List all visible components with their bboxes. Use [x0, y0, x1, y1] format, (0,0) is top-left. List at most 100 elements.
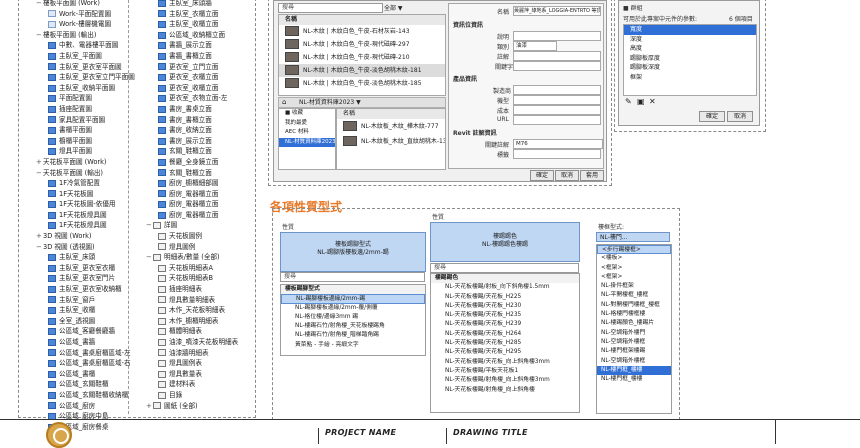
tree-item[interactable]: +3D 視圖 (Work)	[26, 231, 135, 242]
tree-item[interactable]: 書櫃平面圖	[26, 125, 135, 136]
tree-item[interactable]: 主臥室_平面圖	[26, 51, 135, 62]
type-item[interactable]: NL-掛件框架	[597, 282, 671, 291]
tree-item[interactable]: 餐廳_全身鏡立面	[136, 157, 238, 168]
tree-item[interactable]: 書房_收納立面	[136, 125, 238, 136]
type-item[interactable]: NL-天花板樓踢/天花板_H230	[431, 302, 579, 311]
info-section[interactable]: 資訊位資訊	[453, 20, 483, 29]
tree-item[interactable]: 主臥室_床頭	[26, 252, 135, 263]
material-row[interactable]: NL-木紋 | 木紋白色_牛皮-石材灰岩-143	[279, 25, 445, 38]
parameter-item[interactable]: 踢腳板深度	[624, 63, 756, 73]
tree-item[interactable]: 玄關_鞋櫃立面	[136, 146, 238, 157]
tree-item[interactable]: 全室_透視圖	[26, 316, 135, 327]
tree-item[interactable]: − 天花板平面圖 (輸出)	[26, 168, 135, 179]
type-item[interactable]: NL-天花板樓踢/天花板_H285	[431, 339, 579, 348]
cost-input[interactable]	[513, 105, 601, 115]
panel3-type-selector[interactable]: NL-樓門...	[596, 232, 670, 242]
type-group-header[interactable]: 樓板踢腳型式	[281, 285, 425, 295]
maker-input[interactable]	[513, 85, 601, 95]
parameter-item[interactable]: 深度	[624, 35, 756, 45]
type-item[interactable]: NL-天花板樓踢/射板_向下斜角樓1.5mm	[431, 283, 579, 292]
tree-item[interactable]: −3D 視圖 (透視圖)	[26, 242, 135, 253]
tree-item[interactable]: 主臥室_窗戶	[26, 295, 135, 306]
type-item[interactable]: NL-天花板樓踢/天花板_向上斜角樓3mm	[431, 358, 579, 367]
tree-item[interactable]: 木作_櫥櫃明細表	[136, 316, 238, 327]
tree-item[interactable]: 更衣室_衣櫃立面	[136, 72, 238, 83]
panel1-type-selector[interactable]: 樓板踢腳型式 NL-踢腳版樓板邊/2mm-踢	[280, 232, 426, 272]
tree-item[interactable]: 廚房_電器櫃立面	[136, 199, 238, 210]
tree-item[interactable]: 公區域_書牆	[26, 337, 135, 348]
panel2-type-selector[interactable]: 樓踢踢色 NL-樓踢踢色樓踢	[430, 222, 580, 262]
name-input[interactable]: 黃麗萍_綠地系_LOGGIA-ENTRTO 等頂色	[513, 6, 601, 16]
tree-item[interactable]: − 樓板平面圖 (輸出)	[26, 30, 135, 41]
tree-item[interactable]: 更衣室_收櫃立面	[136, 83, 238, 94]
type-item[interactable]: NL-樓踢石竹/射角樓_階梯踏角踢	[281, 331, 425, 340]
type-item[interactable]: NL-天花板樓踢/平板天花板1	[431, 367, 579, 376]
tree-item[interactable]: 主臥室_更衣室衣櫃	[26, 263, 135, 274]
collapse-icon[interactable]: −	[146, 252, 153, 263]
tree-item[interactable]: 主臥室_更衣室收納櫃	[26, 284, 135, 295]
type-item[interactable]: 黃菜點 - 手繪 - 亮緞文字	[281, 341, 425, 350]
expand-icon[interactable]: +	[36, 231, 43, 242]
library-node[interactable]: ■ 收藏	[279, 109, 335, 119]
material-row[interactable]: NL-木紋 | 木紋白色_牛皮-現代磁磚-210	[279, 51, 445, 64]
tree-item[interactable]: 公區域_廚房中島	[26, 411, 135, 422]
home-icon[interactable]: ⌂	[282, 98, 286, 107]
tree-item[interactable]: 書房_展示立面	[136, 136, 238, 147]
filter-dropdown[interactable]: 全部 ▼	[384, 3, 403, 12]
tree-item[interactable]: 更衣室_衣物立面-左	[136, 93, 238, 104]
expand-icon[interactable]: +	[146, 401, 153, 412]
tree-item[interactable]: 插座配置圖	[26, 104, 135, 115]
tree-item[interactable]: 1F天花板燈具圖	[26, 220, 135, 231]
collapse-icon[interactable]: −	[146, 220, 153, 231]
collapse-icon[interactable]: −	[36, 168, 43, 179]
tree-item[interactable]: Work-樓層機電圖	[26, 19, 135, 30]
type-item[interactable]: <框架>	[597, 273, 671, 282]
type-item[interactable]: <框架>	[597, 264, 671, 273]
tree-item[interactable]: − 明細表/數量 (全部)	[136, 252, 238, 263]
tree-item[interactable]: 油漆牆明細表	[136, 348, 238, 359]
product-section[interactable]: 產品資訊	[453, 74, 477, 83]
type-item[interactable]: NL-天花板樓踢/天花板_H225	[431, 293, 579, 302]
tree-item[interactable]: 書牆_展示立面	[136, 40, 238, 51]
tree-item[interactable]: 主臥室_收納平面圖	[26, 83, 135, 94]
tree-item[interactable]: 天花板明細表A	[136, 263, 238, 274]
mark-input[interactable]	[513, 149, 601, 159]
type-item[interactable]: NL-平開樓框_樓框	[597, 291, 671, 300]
tree-item[interactable]: Work-平面配置圖	[26, 9, 135, 20]
panel1-search[interactable]: 搜尋	[280, 272, 425, 282]
tree-item[interactable]: 公區域_書桌廚櫃區域-左	[26, 348, 135, 359]
tree-item[interactable]: 公區域_玄關鞋櫃收納櫃	[26, 390, 135, 401]
type-item[interactable]: <步行踢樓框>	[597, 245, 671, 255]
type-item[interactable]: <樓板>	[597, 254, 671, 263]
tree-item[interactable]: 公區域_客廳餐廳牆	[26, 326, 135, 337]
tree-item[interactable]: 插座明細表	[136, 284, 238, 295]
tree-item[interactable]: 木作_天花板明細表	[136, 305, 238, 316]
tree-item[interactable]: 玄關_鞋櫃立面	[136, 168, 238, 179]
cancel-button[interactable]: 取消	[555, 170, 579, 181]
tree-item[interactable]: 櫃體明細表	[136, 326, 238, 337]
comment-input[interactable]	[513, 51, 601, 61]
tree-item[interactable]: 廚房_電器櫃立面	[136, 189, 238, 200]
tree-item[interactable]: 公區域_書桌廚櫃區域-右	[26, 358, 135, 369]
tree-item[interactable]: 主臥室_收櫃立面	[136, 19, 238, 30]
material-search[interactable]: 搜尋	[278, 3, 383, 13]
description-input[interactable]	[513, 31, 601, 41]
collapse-icon[interactable]: −	[36, 0, 43, 9]
tree-item[interactable]: 1F冷氣管配置	[26, 178, 135, 189]
params-ok-button[interactable]: 確定	[699, 111, 725, 122]
type-item[interactable]: NL-對開樓門樓框_樓框	[597, 301, 671, 310]
tree-item[interactable]: 主臥室_床頭牆	[136, 0, 238, 9]
type-item[interactable]: NL-格位樓/邊緣3mm 踢	[281, 313, 425, 322]
tree-item[interactable]: 1F天花板燈具圖	[26, 210, 135, 221]
panel2-search[interactable]: 搜尋	[430, 263, 579, 273]
type-item[interactable]: NL-天花板樓踢/天花板_H239	[431, 320, 579, 329]
type-item[interactable]: NL-踢腳樓板邊緣/2mm-踢	[281, 294, 425, 304]
tree-item[interactable]: 燈具圖例	[136, 242, 238, 253]
tree-item[interactable]: 廚房_電器櫃立面	[136, 210, 238, 221]
apply-button[interactable]: 套用	[580, 170, 604, 181]
type-item[interactable]: NL-樓踢石竹/射角樓_天花板樓踢角	[281, 322, 425, 331]
type-item[interactable]: NL-天花板樓踢/射角樓_向上斜角樓3mm	[431, 376, 579, 385]
edit-icon[interactable]: ✎	[625, 97, 632, 106]
tree-item[interactable]: 公區域_書櫃	[26, 369, 135, 380]
type-item[interactable]: NL-樓門框_樓樓	[597, 365, 671, 376]
